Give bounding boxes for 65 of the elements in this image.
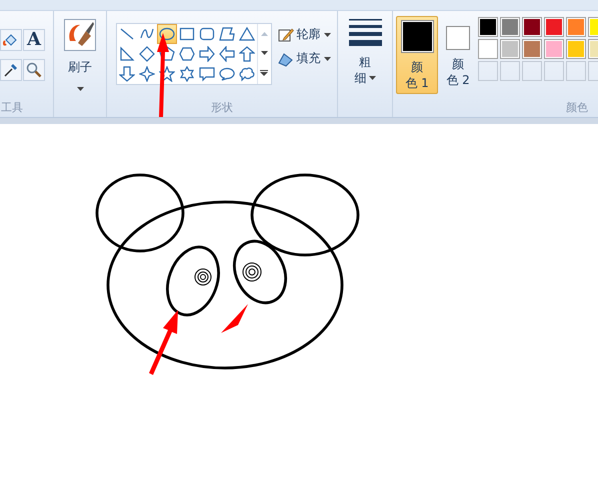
group-label: 颜色 (566, 101, 589, 115)
arrowhead-mark (221, 304, 248, 333)
shape-icon (118, 26, 134, 42)
text-tool[interactable]: A (23, 29, 45, 51)
shape-icon (138, 46, 154, 62)
color-swatch[interactable] (500, 39, 520, 59)
thickness-button[interactable]: 粗 细 (348, 17, 382, 86)
shape-icon (238, 26, 254, 42)
color-button[interactable]: 颜 色 2 (444, 16, 472, 94)
color-swatch[interactable] (522, 39, 542, 59)
caret-icon (368, 76, 376, 80)
shape-icon (218, 26, 234, 42)
shape-icon (198, 26, 214, 42)
brush-button[interactable]: 刷子 (64, 19, 96, 95)
pencil-icon (278, 26, 294, 42)
fill-bucket-icon[interactable] (0, 29, 22, 51)
line-width-icon (348, 17, 382, 47)
caret-icon (324, 56, 330, 60)
shape-tool[interactable] (196, 44, 216, 64)
color-swatch[interactable] (478, 17, 498, 37)
expand-icon[interactable] (260, 70, 268, 76)
color-swatch[interactable] (522, 17, 542, 37)
custom-color-slot[interactable] (478, 61, 498, 81)
shape-icon (178, 26, 194, 42)
shape-icon (178, 46, 194, 62)
color-swatch[interactable] (544, 39, 564, 59)
shape-icon (238, 66, 254, 82)
group-label: 形状 (211, 101, 233, 115)
shape-tool[interactable] (216, 44, 236, 64)
shape-tool[interactable] (236, 44, 256, 64)
shape-icon (198, 46, 214, 62)
shape-icon (158, 26, 174, 42)
shape-icon (218, 46, 234, 62)
custom-color-slot[interactable] (544, 61, 564, 81)
color-picker-icon[interactable] (0, 59, 22, 81)
shape-icon (218, 66, 234, 82)
fill-button[interactable]: 填充 (278, 50, 330, 67)
shape-icon (118, 46, 134, 62)
shape-icon (238, 46, 254, 62)
shape-icon (178, 66, 194, 82)
color-button[interactable]: 颜 色 1 (396, 16, 438, 94)
caret-icon (76, 87, 84, 91)
fill-bucket-icon (278, 50, 294, 66)
shape-tool[interactable] (136, 44, 156, 64)
shape-icon (118, 66, 134, 82)
color-swatch[interactable] (566, 17, 586, 37)
custom-color-slot[interactable] (522, 61, 542, 81)
color-swatch[interactable] (544, 17, 564, 37)
color-swatch[interactable] (500, 17, 520, 37)
shape-tool[interactable] (136, 64, 156, 84)
caret-icon (324, 32, 330, 36)
outline-button[interactable]: 轮廓 (278, 26, 330, 43)
annotation-arrow (149, 310, 178, 375)
magnifier-icon[interactable] (23, 59, 45, 81)
color-swatch[interactable] (566, 39, 586, 59)
shape-icon (198, 66, 214, 82)
brush-icon (64, 19, 96, 51)
custom-color-slot[interactable] (566, 61, 586, 81)
group-label: 工具 (0, 101, 23, 115)
custom-color-slot[interactable] (500, 61, 520, 81)
shape-tool[interactable] (116, 64, 136, 84)
color-swatch[interactable] (478, 39, 498, 59)
shape-tool[interactable] (156, 24, 176, 44)
scroll-down-icon[interactable] (260, 50, 268, 55)
shape-icon (138, 66, 154, 82)
